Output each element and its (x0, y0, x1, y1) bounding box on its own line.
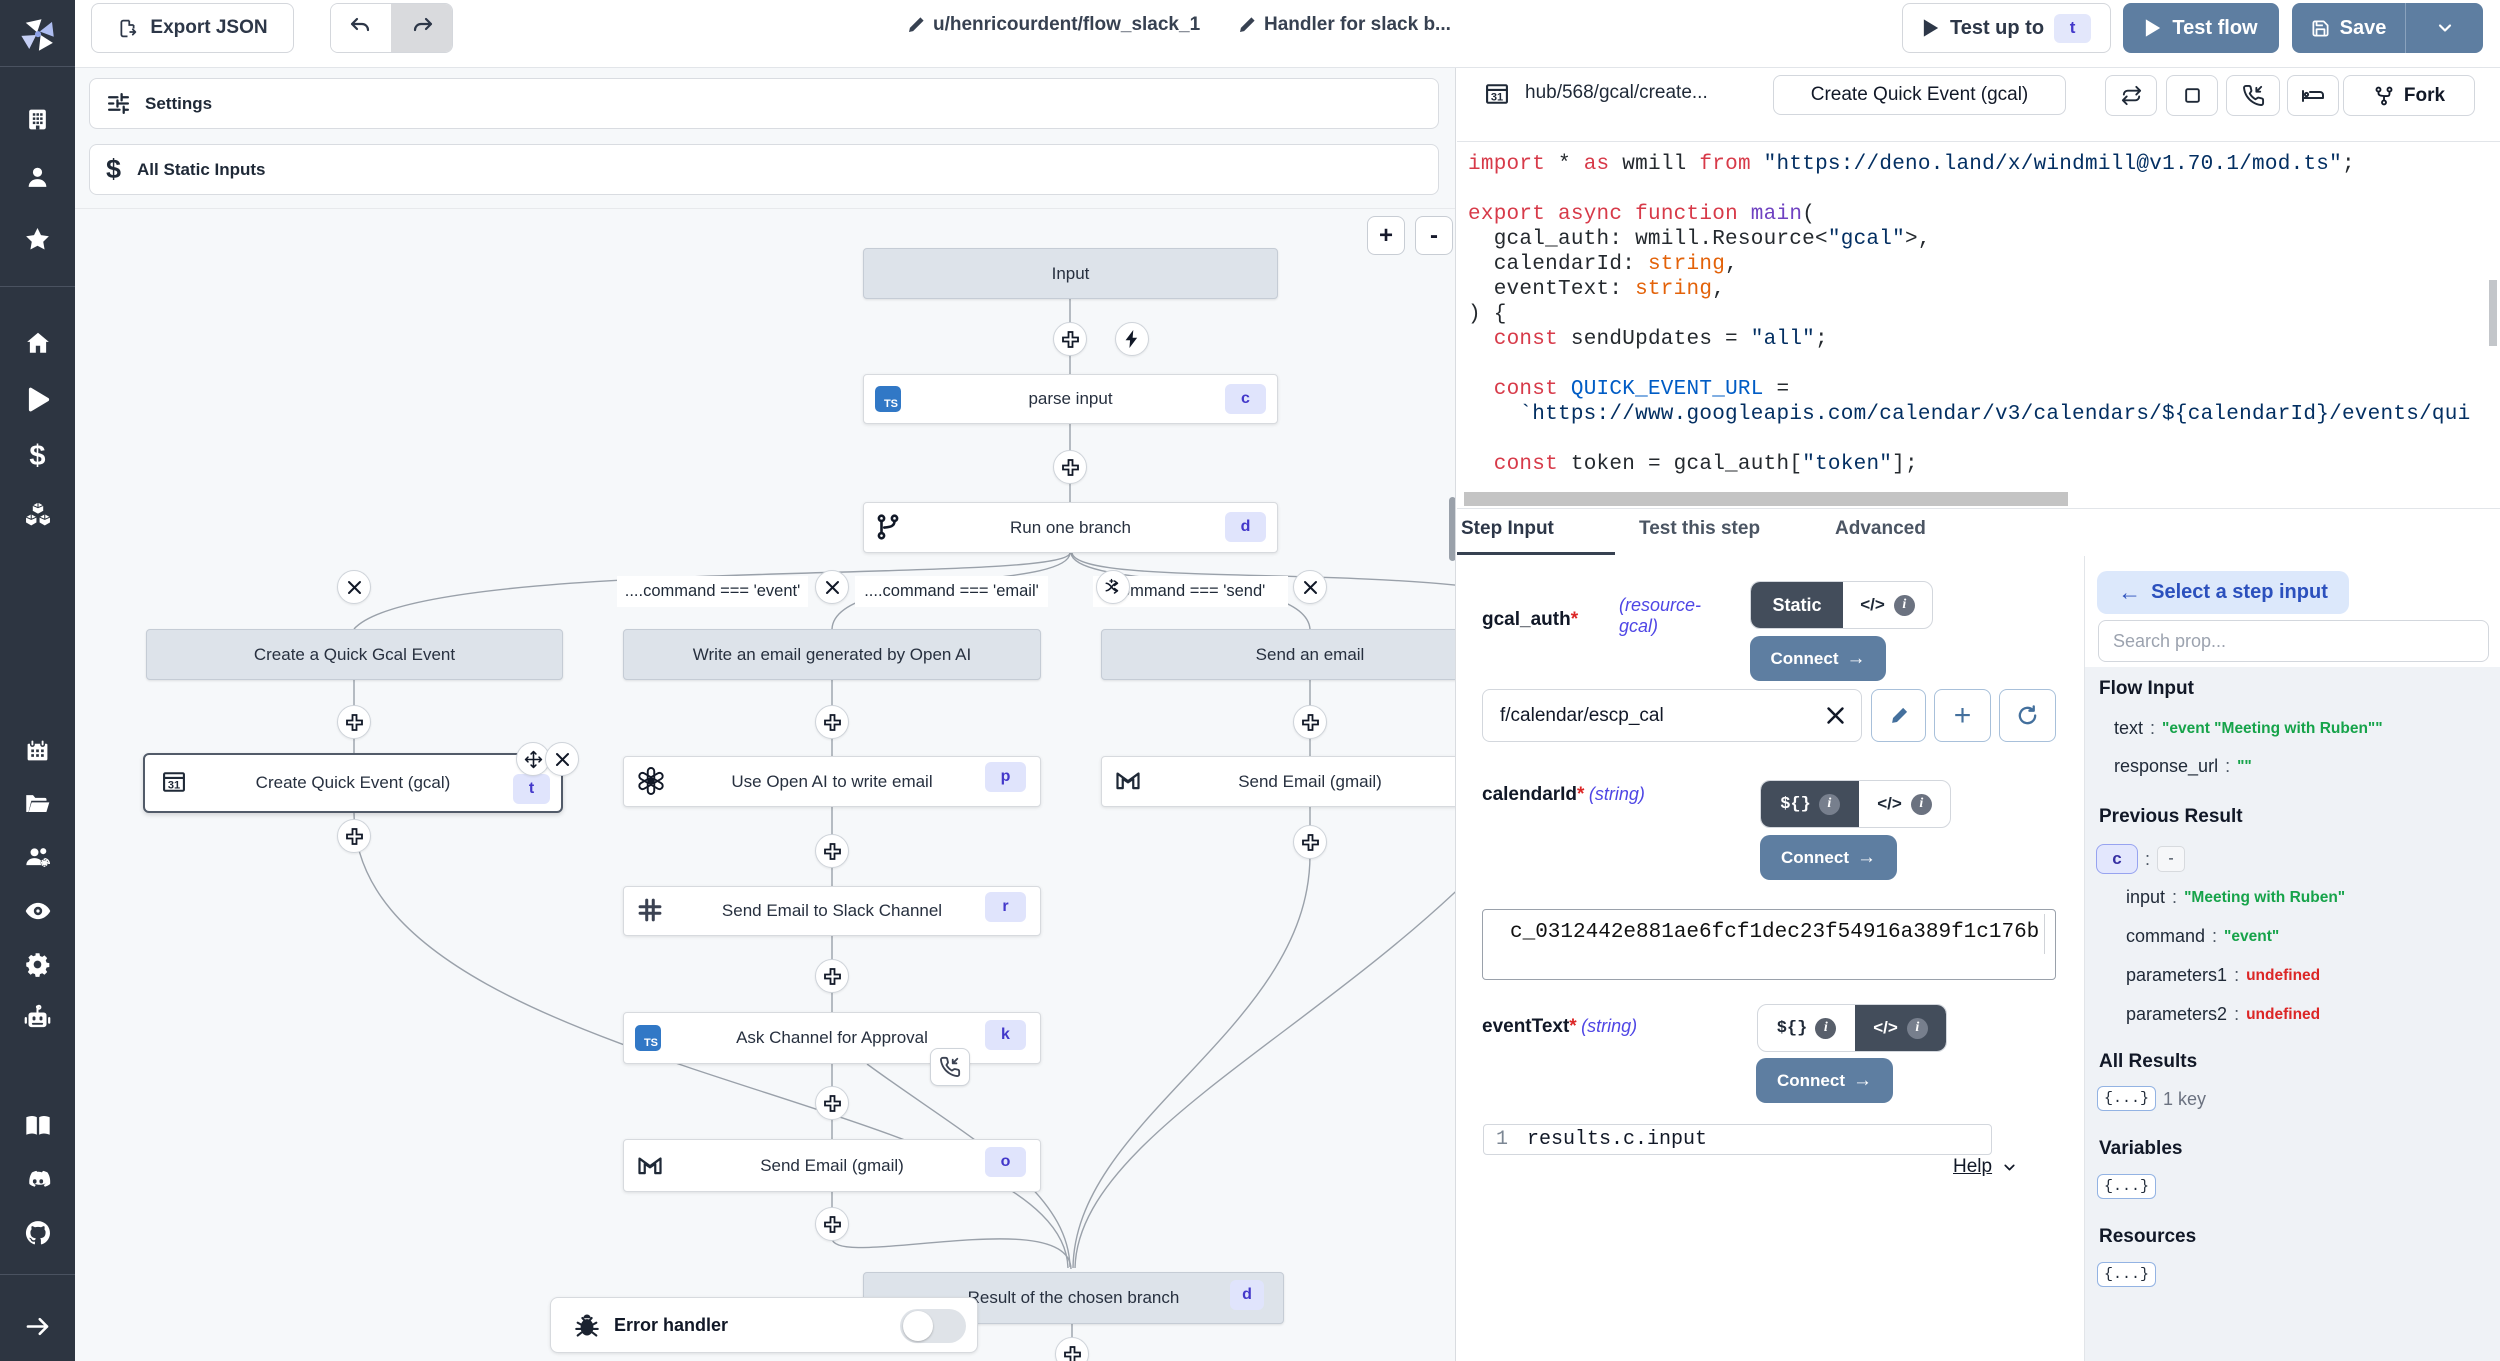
svg-text:31: 31 (168, 779, 180, 791)
svg-text:31: 31 (1491, 91, 1503, 103)
